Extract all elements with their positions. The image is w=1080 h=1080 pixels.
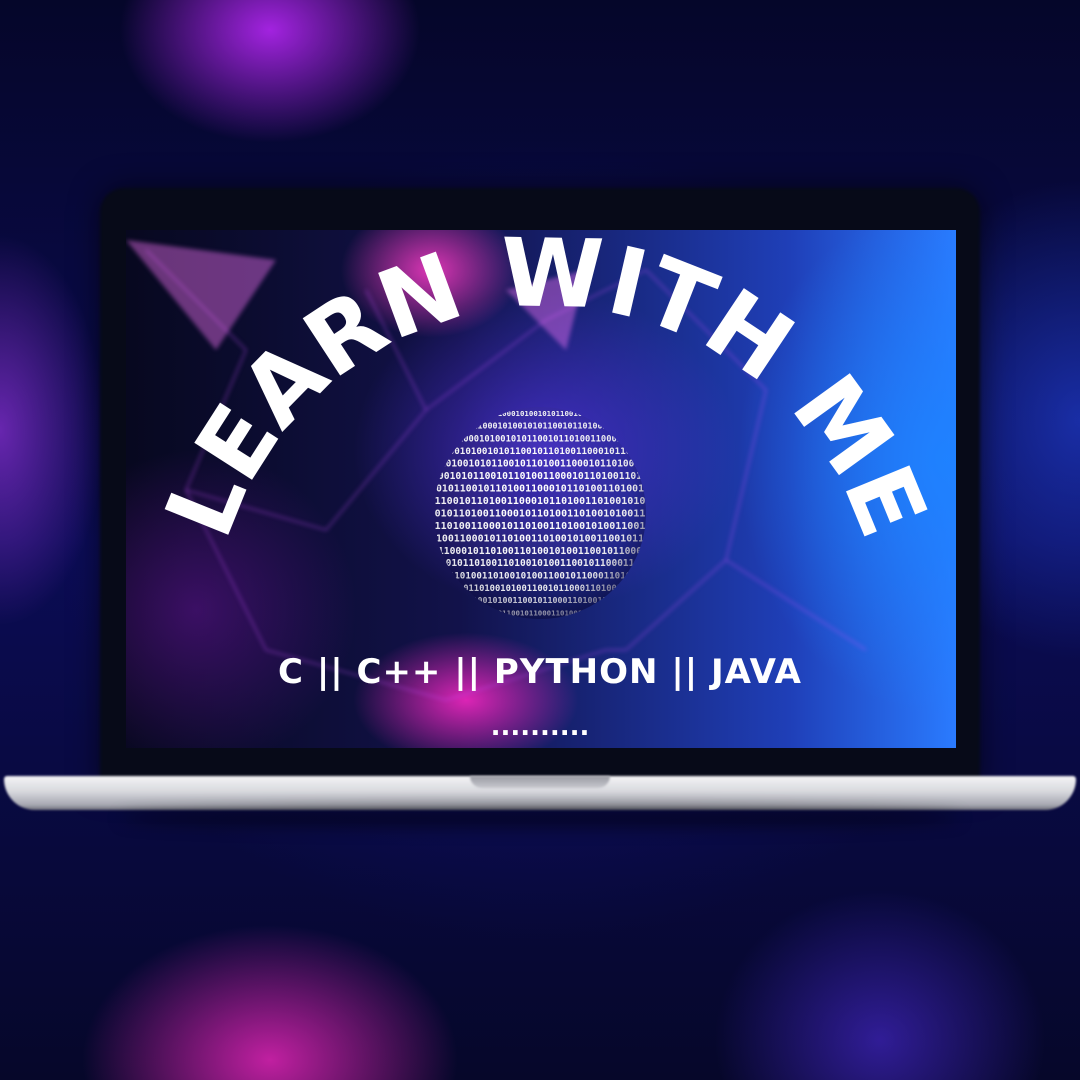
- headline-text: LEARN WITH ME: [145, 219, 946, 551]
- promo-graphic: 0101001100101100011010011000101001010110…: [0, 0, 1080, 1080]
- headline-arc: LEARN WITH ME: [145, 219, 946, 551]
- headline-textpath: LEARN WITH ME: [145, 219, 946, 551]
- ellipsis-decoration: ..........: [490, 712, 590, 742]
- languages-subtitle: C || C++ || PYTHON || JAVA: [278, 652, 802, 692]
